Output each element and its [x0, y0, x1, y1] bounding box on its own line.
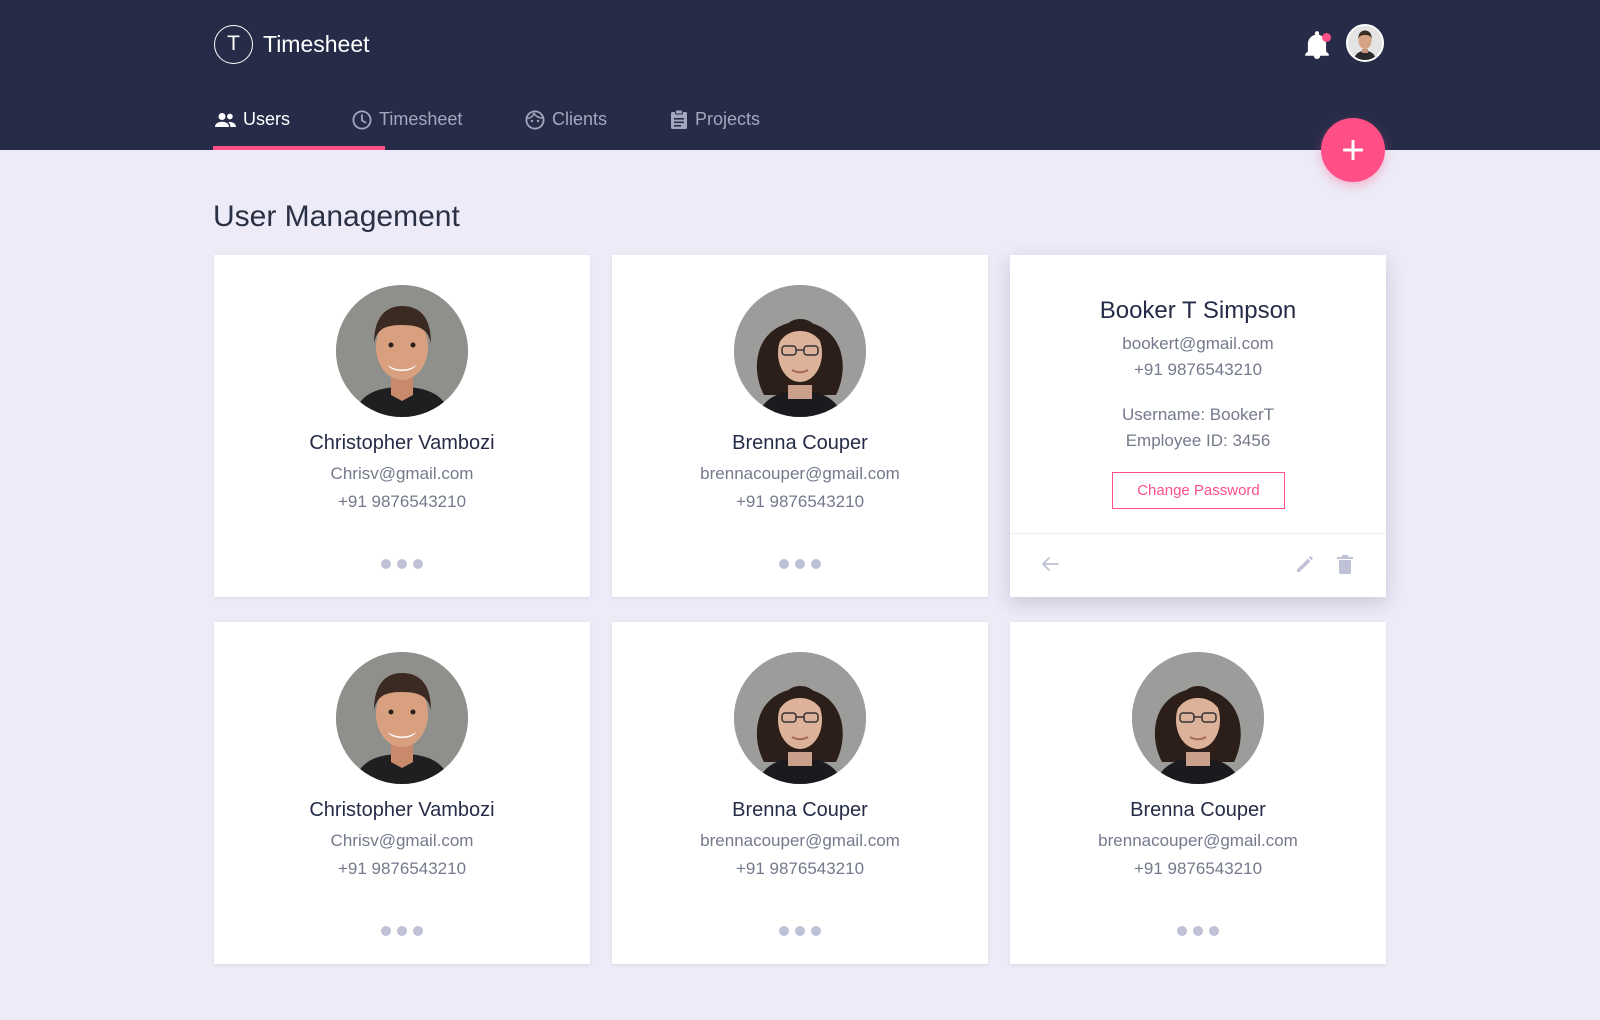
trash-icon	[1337, 555, 1353, 574]
dot-icon	[1193, 926, 1203, 936]
dot-icon	[795, 926, 805, 936]
notifications-button[interactable]	[1304, 30, 1332, 62]
dot-icon	[779, 559, 789, 569]
dot-icon	[795, 559, 805, 569]
dot-icon	[381, 559, 391, 569]
user-card[interactable]: Christopher Vambozi Chrisv@gmail.com +91…	[214, 255, 590, 597]
user-email: brennacouper@gmail.com	[1098, 831, 1298, 850]
dot-icon	[413, 926, 423, 936]
dot-icon	[779, 926, 789, 936]
user-name: Booker T Simpson	[1099, 297, 1297, 324]
more-options-button[interactable]	[381, 557, 423, 571]
main-nav: Users Timesheet Clients Projects	[213, 100, 780, 150]
user-card[interactable]: Brenna Couper brennacouper@gmail.com +91…	[612, 622, 988, 964]
user-phone: +91 9876543210	[1133, 859, 1263, 878]
user-avatar	[1132, 652, 1264, 784]
user-employee-id: Employee ID: 3456	[1125, 431, 1271, 450]
users-icon	[215, 113, 236, 127]
dot-icon	[381, 926, 391, 936]
page-title: User Management	[213, 200, 460, 233]
user-name: Christopher Vambozi	[309, 799, 495, 821]
clock-icon	[352, 110, 372, 130]
more-options-button[interactable]	[1177, 924, 1219, 938]
tab-clients[interactable]: Clients	[525, 100, 670, 150]
plus-icon	[1343, 140, 1363, 160]
arrow-left-icon	[1042, 557, 1059, 571]
user-phone: +91 9876543210	[337, 492, 467, 511]
brand-logo: T	[214, 24, 253, 64]
profile-avatar[interactable]	[1346, 24, 1384, 62]
user-email: brennacouper@gmail.com	[700, 464, 900, 483]
tab-timesheet-label: Timesheet	[379, 109, 463, 129]
dot-icon	[397, 559, 407, 569]
user-name: Brenna Couper	[732, 799, 868, 821]
user-avatar	[734, 652, 866, 784]
tab-clients-label: Clients	[552, 109, 608, 129]
user-phone: +91 9876543210	[735, 492, 865, 511]
dot-icon	[811, 559, 821, 569]
man-photo-icon	[336, 285, 468, 417]
tab-users-label: Users	[243, 109, 291, 129]
user-card[interactable]: Brenna Couper brennacouper@gmail.com +91…	[612, 255, 988, 597]
user-email: bookert@gmail.com	[1122, 334, 1274, 353]
edit-button[interactable]	[1293, 552, 1317, 576]
tab-users[interactable]: Users	[213, 100, 385, 150]
dot-icon	[1177, 926, 1187, 936]
back-button[interactable]	[1038, 552, 1062, 576]
dot-icon	[1209, 926, 1219, 936]
face-icon	[525, 110, 545, 130]
woman-photo-icon	[1132, 652, 1264, 784]
tab-projects[interactable]: Projects	[670, 100, 780, 150]
dot-icon	[811, 926, 821, 936]
app-title: Timesheet	[263, 30, 370, 57]
user-phone: +91 9876543210	[337, 859, 467, 878]
dot-icon	[413, 559, 423, 569]
more-options-button[interactable]	[779, 924, 821, 938]
delete-button[interactable]	[1333, 552, 1357, 576]
add-user-button[interactable]	[1321, 118, 1385, 182]
user-username: Username: BookerT	[1121, 405, 1275, 424]
profile-photo-icon	[1348, 26, 1382, 60]
user-email: Chrisv@gmail.com	[330, 464, 474, 483]
user-avatar	[734, 285, 866, 417]
user-phone: +91 9876543210	[735, 859, 865, 878]
man-photo-icon	[336, 652, 468, 784]
brand[interactable]: T Timesheet	[214, 24, 370, 64]
change-password-button[interactable]: Change Password	[1112, 472, 1285, 509]
user-card-expanded: Booker T Simpson bookert@gmail.com +91 9…	[1010, 255, 1386, 597]
woman-photo-icon	[734, 652, 866, 784]
more-options-button[interactable]	[381, 924, 423, 938]
user-email: brennacouper@gmail.com	[700, 831, 900, 850]
notification-badge	[1322, 33, 1331, 42]
pencil-icon	[1297, 556, 1313, 572]
user-name: Brenna Couper	[1130, 799, 1266, 821]
woman-photo-icon	[734, 285, 866, 417]
dot-icon	[397, 926, 407, 936]
divider	[1010, 533, 1386, 534]
user-card[interactable]: Brenna Couper brennacouper@gmail.com +91…	[1010, 622, 1386, 964]
user-name: Brenna Couper	[732, 432, 868, 454]
more-options-button[interactable]	[779, 557, 821, 571]
clipboard-icon	[671, 109, 687, 129]
user-card[interactable]: Christopher Vambozi Chrisv@gmail.com +91…	[214, 622, 590, 964]
user-avatar	[336, 285, 468, 417]
tab-projects-label: Projects	[695, 109, 761, 129]
user-phone: +91 9876543210	[1133, 360, 1263, 379]
user-name: Christopher Vambozi	[309, 432, 495, 454]
user-avatar	[336, 652, 468, 784]
user-email: Chrisv@gmail.com	[330, 831, 474, 850]
tab-timesheet[interactable]: Timesheet	[352, 100, 525, 150]
